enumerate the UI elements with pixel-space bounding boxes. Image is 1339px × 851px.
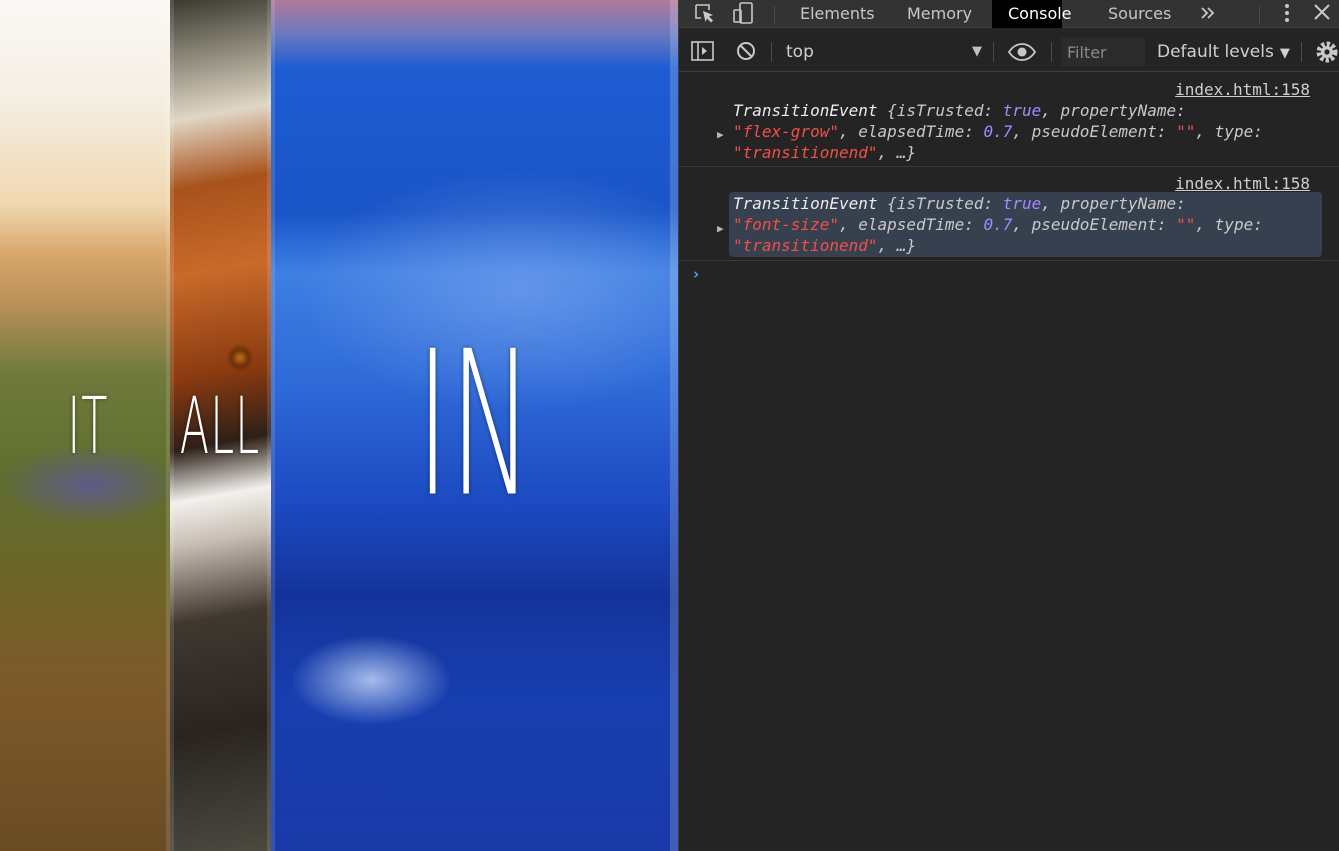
message-body-selected[interactable]: TransitionEvent {isTrusted: true, proper… [729,192,1322,257]
log-levels-label: Default levels [1157,42,1274,62]
console-toolbar: top ▼ Default levels ▼ [679,32,1339,72]
panel-hiker[interactable]: IT [0,0,170,851]
panel-divider [267,0,275,851]
punct: , [1041,194,1061,213]
prop-key: type: [1214,122,1263,141]
panel-word-2: ALL [179,381,261,472]
punct: , [1012,215,1032,234]
prop-key: elapsedTime: [858,215,984,234]
prop-key: pseudoElement: [1031,215,1177,234]
tab-console[interactable]: Console [992,0,1072,28]
devtools-panel: Elements Memory Console Sources top ▼ Fi… [678,0,1339,851]
punct: , [838,122,859,141]
filter-input[interactable] [1061,38,1145,66]
dropdown-arrow-icon: ▼ [1279,46,1290,61]
prop-key: isTrusted: [896,194,1003,213]
prop-value: "transitionend" [733,143,878,162]
tabbar-separator [774,6,775,24]
prop-key: isTrusted: [896,101,1003,120]
punct: , [1012,122,1032,141]
prop-value: "" [1176,215,1196,234]
prop-value: "transitionend" [733,236,878,255]
toolbar-separator [1301,42,1302,62]
kebab-menu-icon[interactable] [1273,0,1301,28]
prop-value: "font-size" [733,215,839,234]
punct: , [1041,101,1061,120]
clear-console-icon[interactable] [733,38,761,66]
show-sidebar-icon[interactable] [689,38,717,66]
punct: , [838,215,859,234]
object-type: TransitionEvent [733,194,878,213]
panel-word-3: IN [416,308,534,542]
log-levels-dropdown[interactable]: Default levels ▼ [1157,38,1290,66]
message-body[interactable]: TransitionEvent {isTrusted: true, proper… [729,99,1322,164]
console-prompt-icon[interactable]: › [693,265,699,283]
prop-key: elapsedTime: [858,122,984,141]
punct: , …} [877,236,917,255]
gear-icon[interactable] [1313,38,1339,66]
inspect-element-icon[interactable] [691,0,719,28]
panel-divider [166,0,174,851]
punct: , [1195,122,1215,141]
close-icon[interactable] [1309,0,1337,28]
context-value: top [786,42,814,62]
message-source-link[interactable]: index.html:158 [1175,79,1310,100]
prop-value: 0.7 [983,122,1013,141]
punct: , …} [877,143,917,162]
panel-divider [670,0,678,851]
page-preview: IT ALL IN [0,0,678,851]
panel-sky[interactable]: IN [271,0,678,851]
prop-value: true [1002,101,1042,120]
message-source-link[interactable]: index.html:158 [1175,173,1310,194]
prop-value: "flex-grow" [733,122,839,141]
eye-icon[interactable] [1007,38,1037,66]
prop-value: "" [1176,122,1196,141]
panel-word-1: IT [67,381,109,472]
toolbar-separator [993,42,994,62]
panel-fox[interactable]: ALL [170,0,271,851]
tab-elements[interactable]: Elements [784,0,891,28]
devtools-tabbar: Elements Memory Console Sources [679,0,1339,28]
prop-key: propertyName: [1060,101,1186,120]
punct: , [1195,215,1215,234]
prop-key: type: [1214,215,1263,234]
tab-memory[interactable]: Memory [891,0,988,28]
prop-value: true [1002,194,1042,213]
prop-value: 0.7 [983,215,1013,234]
toolbar-separator [771,42,772,62]
prop-key: propertyName: [1060,194,1186,213]
toolbar-separator [1051,42,1052,62]
console-message[interactable]: index.html:158 ▶ TransitionEvent {isTrus… [679,73,1339,167]
expand-arrow-icon[interactable]: ▶ [717,218,724,239]
console-message[interactable]: index.html:158 ▶ TransitionEvent {isTrus… [679,167,1339,261]
punct: { [887,194,897,213]
context-selector[interactable]: top ▼ [778,38,986,66]
expand-arrow-icon[interactable]: ▶ [717,124,724,145]
chevrons-right-icon[interactable] [1194,0,1222,28]
tabbar-separator [1259,6,1260,24]
dropdown-arrow-icon: ▼ [972,44,982,59]
tab-sources[interactable]: Sources [1092,0,1187,28]
punct: { [887,101,897,120]
object-type: TransitionEvent [733,101,878,120]
device-toolbar-icon[interactable] [731,0,759,28]
prop-key: pseudoElement: [1031,122,1177,141]
